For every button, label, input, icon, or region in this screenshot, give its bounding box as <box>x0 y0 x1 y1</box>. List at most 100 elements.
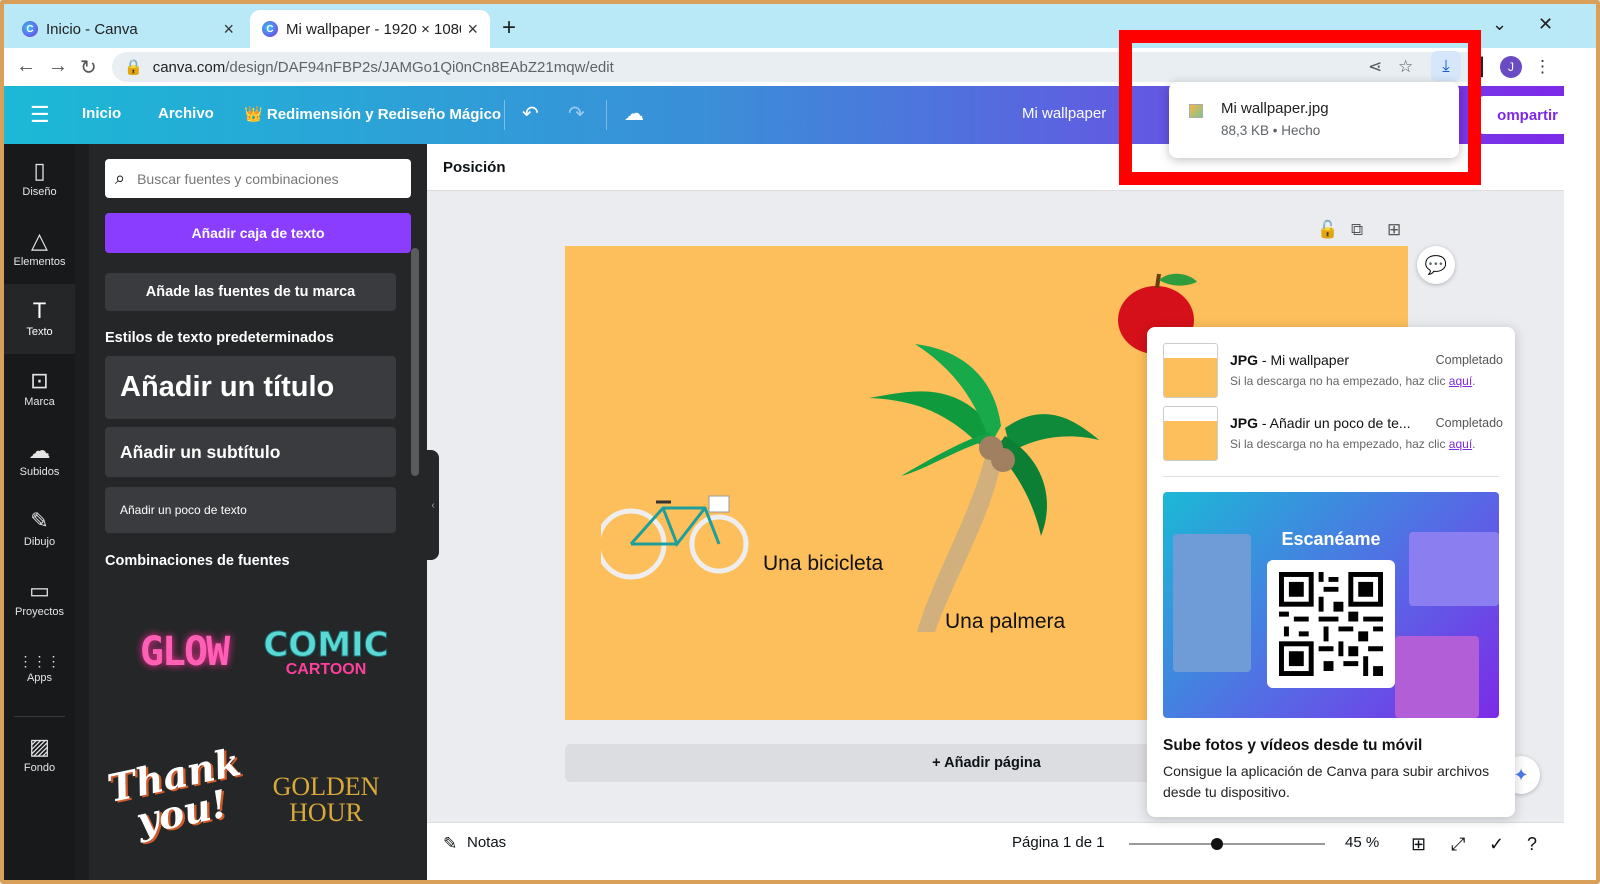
undo-icon[interactable]: ↶ <box>522 101 539 126</box>
qr-code-image <box>1279 572 1383 676</box>
profile-avatar[interactable]: J <box>1500 56 1522 78</box>
close-tab-icon[interactable]: × <box>223 19 234 40</box>
promo-photo <box>1395 636 1479 718</box>
lock-icon: 🔒 <box>124 59 143 76</box>
rail-label: Subidos <box>19 466 60 478</box>
collapse-panel-handle[interactable]: ‹ <box>427 450 439 560</box>
background-pattern-icon: ▨ <box>29 734 50 759</box>
combo-golden-hour[interactable]: GOLDEN HOUR <box>261 770 391 830</box>
help-icon[interactable]: ? <box>1527 834 1537 855</box>
address-bar: ← → ↻ 🔒 canva.com /design/DAF94nFBP2s/JA… <box>0 48 1600 86</box>
reload-icon[interactable]: ↻ <box>80 55 97 80</box>
file-menu[interactable]: Archivo <box>158 105 214 122</box>
download-item[interactable]: JPG - Añadir un poco de te... Completado… <box>1163 406 1503 462</box>
divider <box>504 100 505 130</box>
close-tab-icon[interactable]: × <box>467 19 478 40</box>
menu-icon[interactable]: ☰ <box>30 102 50 128</box>
new-tab-button[interactable]: + <box>502 14 516 42</box>
download-item[interactable]: JPG - Mi wallpaper Completado Si la desc… <box>1163 343 1503 399</box>
url-field[interactable]: 🔒 canva.com /design/DAF94nFBP2s/JAMGo1Qi… <box>112 52 1480 82</box>
palm-tree-illustration[interactable] <box>865 340 1105 636</box>
canva-downloads-popup: JPG - Mi wallpaper Completado Si la desc… <box>1147 327 1515 817</box>
add-subtitle-button[interactable]: Añadir un subtítulo <box>105 427 396 477</box>
share-button[interactable]: ompartir <box>1478 96 1574 134</box>
zoom-level[interactable]: 45 % <box>1345 834 1379 851</box>
checkmark-icon[interactable]: ✓ <box>1489 834 1504 855</box>
notes-icon[interactable]: ✎ <box>443 834 457 854</box>
notes-button[interactable]: Notas <box>467 834 506 851</box>
tab-mi-wallpaper[interactable]: C Mi wallpaper - 1920 × 1080 px × <box>250 10 490 48</box>
mobile-upload-description: Consigue la aplicación de Canva para sub… <box>1163 763 1490 800</box>
add-title-button[interactable]: Añadir un título <box>105 356 396 419</box>
combo-comic-cartoon[interactable]: COMIC CARTOON <box>261 618 391 688</box>
rail-item-design[interactable]: ▯ Diseño <box>4 144 75 214</box>
download-status: Completado <box>1435 416 1503 430</box>
popup-divider <box>1163 476 1499 477</box>
window-close-icon[interactable]: ✕ <box>1538 14 1553 35</box>
font-combinations-heading: Combinaciones de fuentes <box>105 553 290 569</box>
add-textbox-button[interactable]: Añadir caja de texto <box>105 213 411 253</box>
layout-icon: ▯ <box>33 158 46 183</box>
downloads-icon[interactable]: ⤓ <box>1431 51 1461 81</box>
back-icon[interactable]: ← <box>16 55 36 78</box>
page-indicator[interactable]: Página 1 de 1 <box>1012 834 1105 851</box>
magic-resize-button[interactable]: 👑 Redimensión y Rediseño Mágico <box>244 105 501 123</box>
combo-golden-line1: GOLDEN <box>272 772 380 801</box>
zoom-slider-knob[interactable] <box>1211 838 1224 850</box>
rail-item-elements[interactable]: △ Elementos <box>4 214 75 284</box>
home-link[interactable]: Inicio <box>82 105 121 122</box>
rail-item-brand[interactable]: ⊡ Marca <box>4 354 75 424</box>
design-title[interactable]: Mi wallpaper <box>1022 105 1106 122</box>
image-file-icon <box>1189 104 1203 118</box>
canva-favicon-icon: C <box>262 21 278 37</box>
tab-search-chevron-icon[interactable]: ⌄ <box>1492 14 1507 35</box>
bicycle-illustration[interactable] <box>601 486 751 581</box>
share-page-icon[interactable]: ⋖ <box>1368 57 1382 77</box>
browser-menu-icon[interactable]: ⋮ <box>1534 57 1551 77</box>
cloud-saved-icon[interactable]: ☁ <box>624 101 644 126</box>
combo-glow[interactable]: GLOW <box>129 622 239 682</box>
bookmark-star-icon[interactable]: ☆ <box>1398 57 1413 77</box>
rail-item-text[interactable]: T Texto <box>4 284 75 354</box>
editor-footer: ✎ Notas Página 1 de 1 45 % ⊞ ⤢ ✓ ? <box>427 822 1564 884</box>
position-button[interactable]: Posición <box>443 159 506 176</box>
panel-scrollbar[interactable] <box>411 248 419 476</box>
rail-label: Fondo <box>23 762 56 774</box>
url-host: canva.com <box>152 58 226 76</box>
add-page-icon[interactable]: ⊞ <box>1387 220 1401 240</box>
rail-item-background[interactable]: ▨ Fondo <box>4 720 75 790</box>
download-name: JPG - Añadir un poco de te... <box>1230 415 1411 431</box>
downloaded-file-name[interactable]: Mi wallpaper.jpg <box>1221 100 1329 117</box>
zoom-slider[interactable] <box>1129 838 1325 850</box>
font-search-input[interactable]: ⌕ Buscar fuentes y combinaciones <box>105 159 411 198</box>
add-brand-fonts-button[interactable]: Añade las fuentes de tu marca <box>105 273 396 311</box>
url-path: /design/DAF94nFBP2s/JAMGo1Qi0nCn8EAbZ21m… <box>225 58 614 76</box>
rail-item-draw[interactable]: ✎ Dibujo <box>4 494 75 564</box>
forward-icon[interactable]: → <box>48 55 68 78</box>
combo-thank-you[interactable]: Thank you! <box>104 732 252 857</box>
download-thumbnail <box>1163 406 1218 461</box>
download-hint: Si la descarga no ha empezado, haz clic … <box>1230 437 1476 451</box>
redo-icon[interactable]: ↷ <box>568 101 585 126</box>
pen-icon: ✎ <box>30 508 49 533</box>
default-styles-heading: Estilos de texto predeterminados <box>105 330 334 346</box>
rail-item-apps[interactable]: ⋮⋮⋮ Apps <box>4 634 75 704</box>
caption-palm[interactable]: Una palmera <box>945 610 1065 634</box>
fullscreen-icon[interactable]: ⤢ <box>1451 834 1465 855</box>
add-body-text-button[interactable]: Añadir un poco de texto <box>105 487 396 533</box>
mobile-upload-heading: Sube fotos y vídeos desde tu móvil <box>1163 737 1423 754</box>
download-status: Completado <box>1435 353 1503 367</box>
grid-view-icon[interactable]: ⊞ <box>1411 834 1426 855</box>
retry-download-link[interactable]: aquí <box>1449 437 1472 451</box>
lock-page-icon[interactable]: 🔓 <box>1317 220 1338 240</box>
duplicate-page-icon[interactable]: ⧉ <box>1351 220 1363 240</box>
mobile-app-promo: Escanéame <box>1163 492 1499 718</box>
rail-item-projects[interactable]: ▭ Proyectos <box>4 564 75 634</box>
rail-item-uploads[interactable]: ☁ Subidos <box>4 424 75 494</box>
retry-download-link[interactable]: aquí <box>1449 374 1472 388</box>
crown-icon: 👑 <box>244 106 263 123</box>
add-comment-icon[interactable]: 💬 <box>1417 246 1455 284</box>
folder-icon: ▭ <box>29 578 50 603</box>
extensions-icon[interactable]: ▌ <box>1477 57 1489 77</box>
tab-inicio-canva[interactable]: C Inicio - Canva × <box>10 10 246 48</box>
